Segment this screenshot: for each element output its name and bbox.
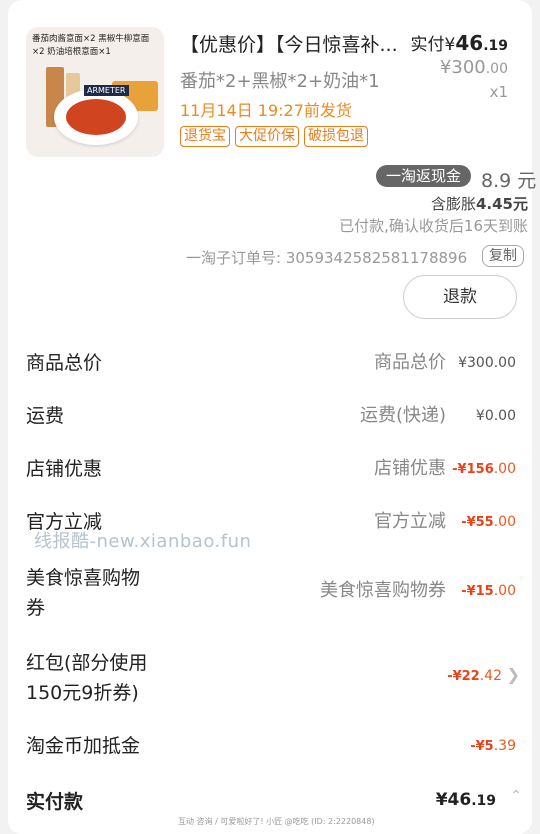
thumbnail-caption: 番茄肉酱意面×2 黑椒牛柳意面×2 奶油培根意面×1 bbox=[32, 34, 150, 57]
original-price: ¥300.00 bbox=[439, 57, 508, 78]
row-desc: 商品总价 bbox=[374, 352, 446, 373]
row-desc: 运费(快递) bbox=[359, 405, 446, 426]
row-amount: ¥0.00 bbox=[475, 408, 516, 424]
service-tag[interactable]: 大促价保 bbox=[235, 126, 299, 147]
total-label: 实付款 bbox=[26, 791, 84, 813]
total-amount: ¥46.19 bbox=[435, 790, 496, 810]
service-tags: 退货宝 大促价保 破损包退 bbox=[180, 126, 368, 147]
order-number: 一淘子订单号: 3059342582581178896 bbox=[186, 249, 468, 267]
row-amount: -¥55.00 bbox=[461, 514, 516, 530]
watermark: 线报酷-new.xianbao.fun bbox=[34, 531, 252, 552]
row-label: 运费 bbox=[26, 405, 65, 427]
quantity: x1 bbox=[489, 83, 508, 101]
row-amount: -¥15.00 bbox=[461, 583, 516, 599]
row-desc: 官方立减 bbox=[374, 511, 446, 532]
row-amount: -¥22.42 bbox=[447, 668, 502, 684]
product-thumbnail[interactable]: 番茄肉酱意面×2 黑椒牛柳意面×2 奶油培根意面×1 ARMETER bbox=[26, 27, 164, 157]
pasta-image bbox=[66, 99, 126, 135]
chevron-right-icon[interactable]: ❯ bbox=[507, 665, 520, 684]
row-label: 店铺优惠 bbox=[26, 458, 103, 480]
row-desc: 店铺优惠 bbox=[374, 458, 446, 479]
cashback-value: 8.9 元 bbox=[481, 170, 537, 192]
row-desc: 美食惊喜购物券 bbox=[320, 580, 446, 601]
row-amount: -¥156.00 bbox=[452, 461, 516, 477]
thumbnail-brand: ARMETER bbox=[84, 85, 129, 96]
cashback-inflate: 含膨胀4.45元 bbox=[430, 195, 528, 213]
chevron-up-icon[interactable]: ⌃ bbox=[510, 788, 522, 804]
footnote: 互动 咨询 / 可爱啦好了! 小匠 @吃吃 (ID: 2:2220848) bbox=[178, 817, 375, 826]
cashback-badge: 一淘返现金 bbox=[376, 165, 472, 187]
cashback-note: 已付款,确认收货后16天到账 bbox=[339, 217, 528, 235]
paid-price: 实付¥46.19 bbox=[410, 31, 508, 55]
service-tag[interactable]: 破损包退 bbox=[304, 126, 368, 147]
product-title[interactable]: 【优惠价】【今日惊喜补... bbox=[180, 30, 398, 57]
ship-time: 11月14日 19:27前发货 bbox=[180, 101, 352, 120]
row-label: 淘金币加抵金 bbox=[26, 735, 141, 757]
refund-button[interactable]: 退款 bbox=[403, 275, 517, 319]
product-spec: 番茄*2+黑椒*2+奶油*1 bbox=[180, 71, 380, 92]
service-tag[interactable]: 退货宝 bbox=[180, 126, 230, 147]
row-amount: ¥300.00 bbox=[458, 355, 516, 371]
row-label: 商品总价 bbox=[26, 352, 103, 374]
row-amount: -¥5.39 bbox=[470, 738, 516, 754]
copy-button[interactable]: 复制 bbox=[482, 245, 524, 267]
row-label: 红包(部分使用 150元9折券) bbox=[26, 652, 148, 704]
row-label: 美食惊喜购物 券 bbox=[26, 567, 141, 619]
order-card: 番茄肉酱意面×2 黑椒牛柳意面×2 奶油培根意面×1 ARMETER 【优惠价】… bbox=[8, 0, 536, 834]
